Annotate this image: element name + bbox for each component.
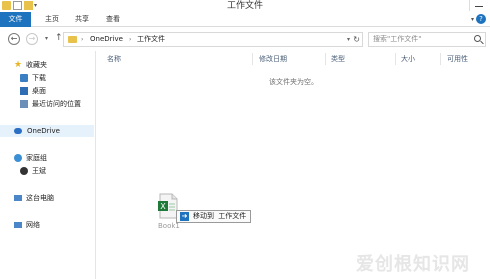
up-button[interactable]: ↑ bbox=[55, 33, 63, 43]
title-bar: ▾ 工作文件 bbox=[0, 0, 490, 12]
drag-tooltip-action: 移动到 bbox=[193, 212, 214, 220]
recent-locations-dropdown[interactable]: ▾ bbox=[45, 35, 48, 42]
sidebar-item-label: OneDrive bbox=[27, 127, 60, 135]
back-button[interactable]: ← bbox=[8, 33, 20, 45]
drag-tooltip-folder: 工作文件 bbox=[218, 212, 247, 220]
column-header-availability[interactable]: 可用性 bbox=[447, 53, 468, 65]
search-box[interactable]: 搜索"工作文件" bbox=[368, 32, 486, 47]
address-dropdown-icon[interactable]: ▾ bbox=[347, 33, 350, 46]
column-divider[interactable] bbox=[440, 53, 441, 65]
column-header-date-modified[interactable]: 修改日期 bbox=[259, 53, 287, 65]
dragged-file-name: Book1 bbox=[158, 222, 180, 230]
breadcrumb-onedrive[interactable]: OneDrive bbox=[90, 33, 123, 46]
star-icon: ★ bbox=[14, 60, 23, 70]
tab-file[interactable]: 文件 bbox=[0, 12, 31, 27]
chevron-down-icon[interactable]: ▾ bbox=[471, 16, 474, 23]
sidebar-item-label: 下载 bbox=[32, 74, 46, 82]
ribbon: 文件 主页 共享 查看 ▾ ? bbox=[0, 12, 490, 27]
network-icon bbox=[14, 222, 22, 228]
sidebar-item-label: 收藏夹 bbox=[26, 61, 47, 69]
desktop-icon bbox=[20, 87, 28, 95]
sidebar-item-onedrive[interactable]: OneDrive bbox=[0, 125, 94, 137]
sidebar-item-label: 这台电脑 bbox=[26, 194, 54, 202]
search-icon[interactable] bbox=[474, 35, 481, 42]
recent-places-icon bbox=[20, 100, 28, 108]
watermark: 爱创根知识网 bbox=[356, 254, 470, 275]
downloads-icon bbox=[20, 74, 28, 82]
column-header-type[interactable]: 类型 bbox=[331, 53, 345, 65]
move-arrow-icon: ➜ bbox=[180, 212, 189, 221]
minimize-button[interactable] bbox=[469, 0, 487, 11]
breadcrumb-current-folder[interactable]: 工作文件 bbox=[137, 33, 165, 46]
column-divider[interactable] bbox=[252, 53, 253, 65]
user-icon bbox=[20, 167, 28, 175]
homegroup-icon bbox=[14, 154, 22, 162]
column-divider[interactable] bbox=[325, 53, 326, 65]
computer-icon bbox=[14, 195, 22, 201]
sidebar-item-label: 网络 bbox=[26, 221, 40, 229]
empty-folder-message: 该文件夹为空。 bbox=[269, 78, 318, 86]
help-icon[interactable]: ? bbox=[476, 14, 486, 24]
search-placeholder[interactable]: 搜索"工作文件" bbox=[373, 33, 421, 46]
file-list[interactable]: 名称 修改日期 类型 大小 可用性 该文件夹为空。 bbox=[97, 51, 490, 279]
address-bar[interactable]: › OneDrive › 工作文件 ▾ ↻ bbox=[63, 32, 363, 47]
breadcrumb-separator[interactable]: › bbox=[81, 33, 83, 46]
sidebar-item-label: 家庭组 bbox=[26, 154, 47, 162]
folder-icon bbox=[68, 36, 77, 43]
navigation-pane: ★ 收藏夹 下载 桌面 最近访问的位置 OneDrive 家庭组 王斌 这台电脑… bbox=[0, 51, 96, 279]
sidebar-item-label: 桌面 bbox=[32, 87, 46, 95]
sidebar-item-label: 王斌 bbox=[32, 167, 46, 175]
sidebar-item-label: 最近访问的位置 bbox=[32, 100, 81, 108]
tab-view[interactable]: 查看 bbox=[106, 12, 120, 27]
refresh-icon[interactable]: ↻ bbox=[353, 33, 360, 46]
cloud-icon bbox=[14, 128, 22, 134]
tab-home[interactable]: 主页 bbox=[45, 12, 59, 27]
navigation-bar: ← → ▾ ↑ › OneDrive › 工作文件 ▾ ↻ 搜索"工作文件" bbox=[0, 28, 490, 50]
column-divider[interactable] bbox=[395, 53, 396, 65]
tab-share[interactable]: 共享 bbox=[75, 12, 89, 27]
breadcrumb-separator[interactable]: › bbox=[129, 33, 131, 46]
svg-text:X: X bbox=[160, 202, 166, 211]
window-title: 工作文件 bbox=[226, 1, 263, 11]
column-header-size[interactable]: 大小 bbox=[401, 53, 415, 65]
forward-button[interactable]: → bbox=[26, 33, 38, 45]
drag-tooltip: ➜ 移动到 工作文件 bbox=[176, 210, 252, 223]
column-header-name[interactable]: 名称 bbox=[107, 53, 121, 65]
